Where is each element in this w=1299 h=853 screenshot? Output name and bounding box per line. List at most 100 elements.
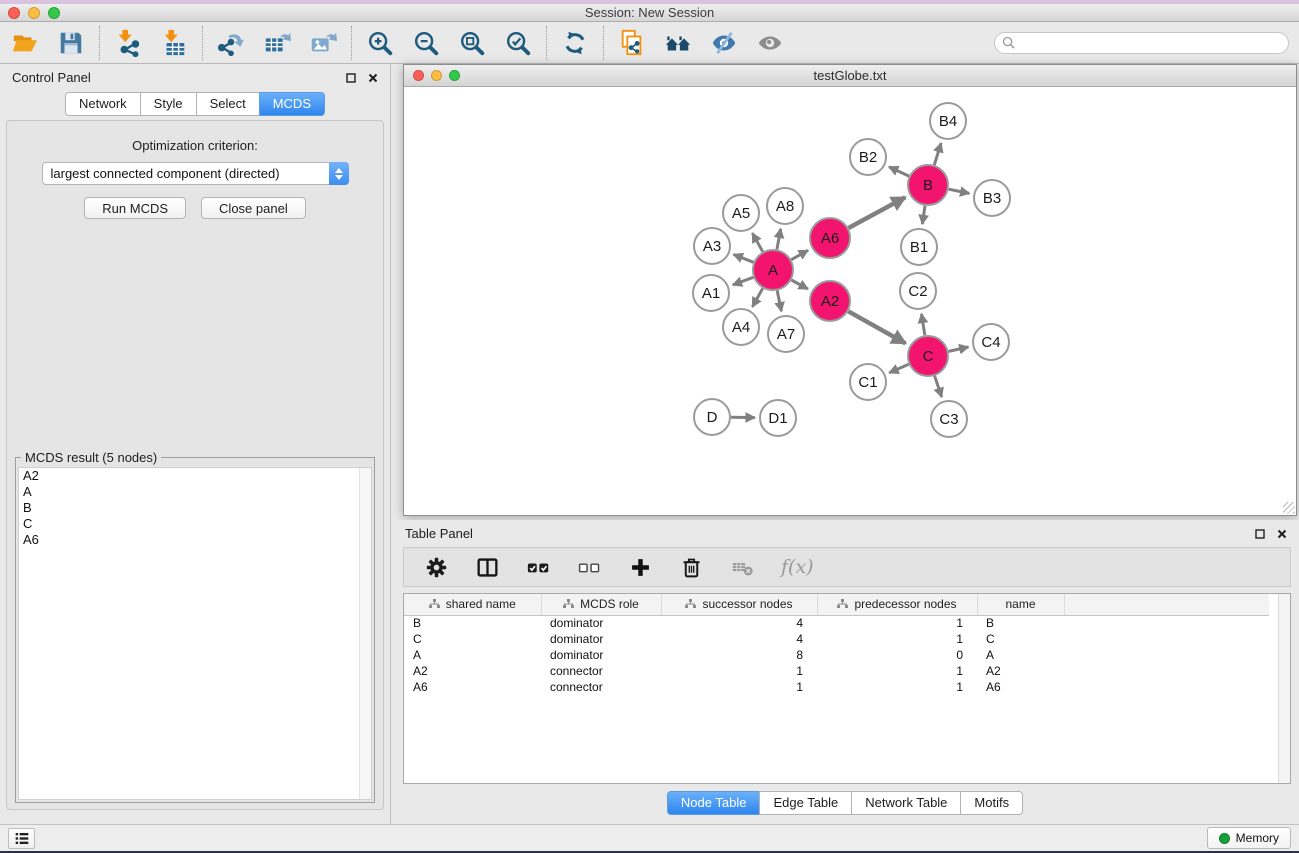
table-scrollbar[interactable] (1278, 594, 1290, 783)
run-mcds-button[interactable]: Run MCDS (84, 197, 186, 219)
graph-edge-A6-B[interactable] (849, 197, 906, 228)
tab-motifs[interactable]: Motifs (960, 791, 1023, 815)
float-panel-icon[interactable] (344, 71, 358, 85)
hide-selected-icon[interactable] (709, 28, 739, 58)
dropdown-stepper-icon (329, 162, 349, 185)
graph-edge-A-A4[interactable] (752, 288, 762, 307)
graph-edge-C-C2[interactable] (922, 314, 925, 335)
open-session-icon[interactable] (10, 28, 40, 58)
control-panel: Control Panel NetworkStyleSelectMCDS Opt… (0, 64, 391, 824)
mcds-result-item[interactable]: A2 (19, 468, 371, 484)
mcds-result-item[interactable]: C (19, 516, 371, 532)
column-tree-icon (685, 599, 696, 609)
tab-network[interactable]: Network (65, 92, 141, 116)
graph-edge-B-B4[interactable] (934, 143, 941, 165)
column-header-successor-nodes[interactable]: successor nodes (661, 594, 817, 615)
tab-style[interactable]: Style (140, 92, 197, 116)
float-table-panel-icon[interactable] (1253, 527, 1267, 541)
graph-edge-A2-C[interactable] (848, 311, 905, 343)
graph-edge-C-C1[interactable] (889, 364, 908, 373)
optimization-criterion-label: Optimization criterion: (7, 138, 383, 153)
table-row[interactable]: Cdominator41C (404, 631, 1269, 647)
import-network-icon[interactable] (113, 28, 143, 58)
graph-node-label: A6 (821, 230, 839, 247)
graph-edge-A-A6[interactable] (791, 250, 808, 259)
graph-edge-C-C4[interactable] (949, 347, 969, 351)
zoom-out-icon[interactable] (411, 28, 441, 58)
column-header-shared-name[interactable]: shared name (404, 594, 541, 615)
column-header-name[interactable]: name (977, 594, 1064, 615)
delete-table-icon[interactable] (730, 555, 754, 579)
function-builder-icon[interactable]: f(x) (781, 556, 814, 578)
tab-mcds[interactable]: MCDS (259, 92, 325, 116)
table-row[interactable]: A2connector11A2 (404, 663, 1269, 679)
optimization-criterion-value: largest connected component (directed) (43, 166, 329, 181)
graph-node-label: A3 (703, 238, 721, 255)
zoom-selected-icon[interactable] (503, 28, 533, 58)
optimization-criterion-select[interactable]: largest connected component (directed) (42, 162, 349, 185)
table-row[interactable]: Adominator80A (404, 647, 1269, 663)
save-session-icon[interactable] (56, 28, 86, 58)
new-network-from-selection-icon[interactable] (617, 28, 647, 58)
delete-column-icon[interactable] (679, 555, 703, 579)
select-all-rows-icon[interactable] (526, 555, 550, 579)
export-network-icon[interactable] (216, 28, 246, 58)
import-table-icon[interactable] (159, 28, 189, 58)
table-settings-icon[interactable] (424, 555, 448, 579)
close-table-panel-icon[interactable] (1275, 527, 1289, 541)
graph-edge-B-B1[interactable] (922, 206, 925, 224)
graph-node-label: B (923, 177, 933, 194)
status-bar: Memory (0, 824, 1299, 851)
deselect-all-rows-icon[interactable] (577, 555, 601, 579)
tab-edge-table[interactable]: Edge Table (759, 791, 852, 815)
zoom-fit-icon[interactable] (457, 28, 487, 58)
graph-node-label: A4 (732, 319, 750, 336)
mcds-result-item[interactable]: A (19, 484, 371, 500)
tab-select[interactable]: Select (196, 92, 260, 116)
network-canvas[interactable]: B4B2BB3A8A5A6A3B1AC2A1A2A4A7C4CC1DD1C3 (404, 87, 1296, 515)
graph-edge-A-A7[interactable] (777, 291, 781, 312)
graph-edge-A-A8[interactable] (777, 229, 781, 250)
window-resize-grip[interactable] (1283, 502, 1295, 514)
search-icon (1002, 36, 1015, 49)
graph-edge-A-A5[interactable] (752, 233, 762, 252)
node-table: shared nameMCDS rolesuccessor nodesprede… (404, 594, 1269, 695)
column-header-MCDS-role[interactable]: MCDS role (541, 594, 661, 615)
control-panel-tabs: NetworkStyleSelectMCDS (0, 92, 390, 116)
graph-node-label: D (707, 409, 718, 426)
graph-node-label: C2 (908, 283, 927, 300)
table-row[interactable]: Bdominator41B (404, 615, 1269, 631)
mcds-result-list[interactable]: A2ABCA6 (18, 467, 372, 800)
mcds-result-group: MCDS result (5 nodes) A2ABCA6 (15, 457, 375, 803)
memory-status-icon (1219, 833, 1230, 844)
export-table-icon[interactable] (262, 28, 292, 58)
export-image-icon[interactable] (308, 28, 338, 58)
control-panel-title: Control Panel (12, 70, 91, 85)
column-header-predecessor-nodes[interactable]: predecessor nodes (817, 594, 977, 615)
tab-node-table[interactable]: Node Table (667, 791, 761, 815)
graph-edge-B-B3[interactable] (949, 189, 970, 193)
result-list-scrollbar[interactable] (359, 468, 371, 799)
network-window-titlebar[interactable]: testGlobe.txt (404, 65, 1296, 87)
mcds-result-item[interactable]: A6 (19, 532, 371, 548)
mcds-result-item[interactable]: B (19, 500, 371, 516)
table-row[interactable]: A6connector11A6 (404, 679, 1269, 695)
split-column-icon[interactable] (475, 555, 499, 579)
graph-edge-C-C3[interactable] (935, 376, 942, 397)
zoom-in-icon[interactable] (365, 28, 395, 58)
tab-network-table[interactable]: Network Table (851, 791, 961, 815)
close-panel-icon[interactable] (366, 71, 380, 85)
graph-edge-B-B2[interactable] (889, 167, 909, 176)
graph-edge-A-A3[interactable] (734, 255, 754, 263)
search-input[interactable] (994, 32, 1289, 54)
refresh-view-icon[interactable] (560, 28, 590, 58)
show-all-icon[interactable] (755, 28, 785, 58)
show-panels-button[interactable] (8, 828, 35, 849)
memory-button[interactable]: Memory (1207, 827, 1291, 849)
graph-edge-A-A2[interactable] (791, 280, 808, 289)
column-tree-icon (837, 599, 848, 609)
close-panel-button[interactable]: Close panel (201, 197, 306, 219)
add-column-icon[interactable] (628, 555, 652, 579)
first-neighbors-icon[interactable] (663, 28, 693, 58)
graph-edge-A-A1[interactable] (733, 277, 754, 285)
